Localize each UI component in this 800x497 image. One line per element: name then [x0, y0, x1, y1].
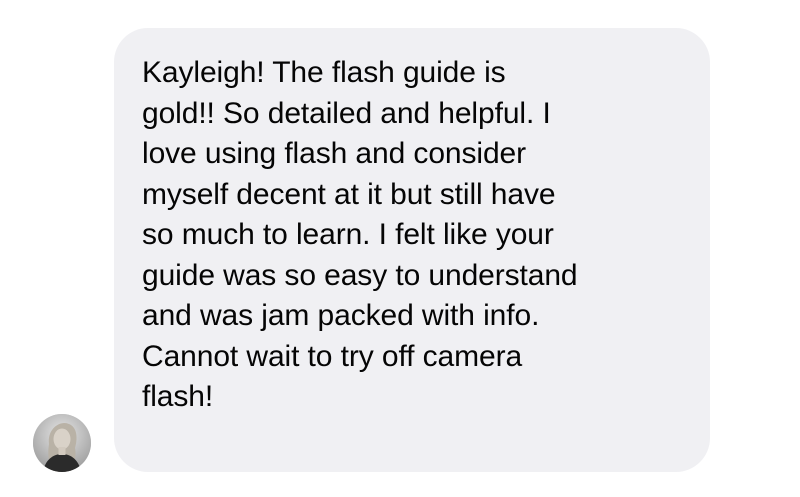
profile-photo-avatar-icon: [33, 414, 91, 472]
message-thread: Kayleigh! The flash guide is gold!! So d…: [0, 0, 800, 497]
sender-avatar[interactable]: [33, 414, 91, 472]
message-text: Kayleigh! The flash guide is gold!! So d…: [142, 56, 578, 413]
received-message-bubble[interactable]: Kayleigh! The flash guide is gold!! So d…: [114, 28, 710, 472]
